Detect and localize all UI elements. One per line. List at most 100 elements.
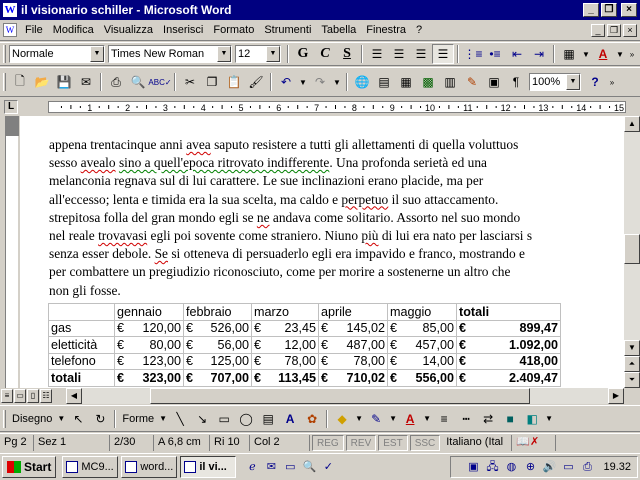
row-label[interactable]: gas — [48, 319, 115, 337]
free-rotate-icon[interactable]: ↻ — [89, 409, 111, 429]
format-painter-icon[interactable]: 🖌 — [245, 72, 267, 92]
print-layout-icon[interactable]: ▯ — [27, 389, 39, 403]
chevron-down-icon[interactable]: ▼ — [614, 44, 626, 64]
menu-visualizza[interactable]: Visualizza — [99, 24, 158, 36]
table-cell[interactable]: €145,02 — [318, 319, 388, 337]
table-cell[interactable]: €120,00 — [114, 319, 184, 337]
document-text[interactable]: appena trentacinque anni avea saputo res… — [49, 136, 624, 300]
scroll-down-icon[interactable]: ▼ — [624, 340, 640, 356]
font-color-icon[interactable]: A — [592, 44, 614, 64]
row-label[interactable]: eletticità — [48, 336, 115, 354]
menu-strumenti[interactable]: Strumenti — [259, 24, 316, 36]
scroll-thumb[interactable] — [624, 234, 640, 264]
doc-close-button[interactable]: × — [623, 23, 637, 37]
data-table[interactable]: gennaio febbraio marzo aprile maggio tot… — [48, 303, 561, 387]
table-cell[interactable]: €56,00 — [183, 336, 252, 354]
print-icon[interactable]: ⎙ — [105, 72, 127, 92]
text-line[interactable]: non gli fosse. — [49, 282, 624, 300]
close-button[interactable]: × — [621, 3, 637, 17]
decrease-indent-icon[interactable]: ⇤ — [506, 44, 528, 64]
style-combo[interactable]: Normale ▼ — [9, 45, 105, 63]
more-buttons-icon[interactable]: » — [626, 44, 638, 64]
outline-view-icon[interactable]: ☷ — [40, 389, 52, 403]
status-ovr[interactable]: SSC — [409, 434, 441, 451]
table-header[interactable]: totali — [456, 303, 561, 321]
maximize-button[interactable]: ❐ — [601, 3, 617, 17]
table-cell[interactable]: €457,00 — [387, 336, 457, 354]
taskbar-item[interactable]: MC9... — [62, 456, 119, 478]
tray-globe-icon[interactable]: ◍ — [503, 459, 519, 475]
wordart-icon[interactable]: A — [279, 409, 301, 429]
desktop-icon[interactable]: ▭ — [282, 459, 298, 475]
text-line[interactable]: senza esser debole. Se si otteneva di pe… — [49, 245, 624, 263]
table-header[interactable]: marzo — [251, 303, 319, 321]
table-cell[interactable]: €707,00 — [183, 369, 252, 387]
line-icon[interactable]: ╲ — [169, 409, 191, 429]
row-label[interactable]: telefono — [48, 352, 115, 370]
table-cell[interactable]: €125,00 — [183, 352, 252, 370]
hyperlink-icon[interactable]: 🌐 — [351, 72, 373, 92]
table-cell[interactable]: €78,00 — [318, 352, 388, 370]
status-rev[interactable]: REV — [345, 434, 377, 451]
table-cell[interactable]: €323,00 — [114, 369, 184, 387]
menu-tabella[interactable]: Tabella — [316, 24, 361, 36]
tool-icon[interactable]: ✓ — [320, 459, 336, 475]
previous-page-icon[interactable]: ⏶ — [624, 356, 640, 372]
table-cell[interactable]: €113,45 — [251, 369, 319, 387]
spelling-icon[interactable]: ABC✓ — [148, 72, 171, 92]
table-header[interactable]: febbraio — [183, 303, 252, 321]
next-page-icon[interactable]: ⏷ — [624, 372, 640, 388]
align-right-icon[interactable]: ☰ — [410, 44, 432, 64]
align-center-icon[interactable]: ☰ — [388, 44, 410, 64]
scroll-left-icon[interactable]: ◀ — [66, 388, 82, 404]
tables-borders-icon[interactable]: ▤ — [373, 72, 395, 92]
tray-volume-icon[interactable]: 🔊 — [541, 459, 557, 475]
bold-button[interactable]: G — [292, 44, 314, 64]
chevron-down-icon[interactable]: ▼ — [387, 409, 399, 429]
taskbar-item-active[interactable]: il vi... — [180, 456, 237, 478]
chevron-down-icon[interactable]: ▼ — [157, 409, 169, 429]
increase-indent-icon[interactable]: ⇥ — [528, 44, 550, 64]
table-cell-total[interactable]: €899,47 — [456, 319, 561, 337]
chevron-down-icon[interactable]: ▼ — [297, 72, 309, 92]
menu-formato[interactable]: Formato — [208, 24, 259, 36]
table-cell[interactable]: €556,00 — [387, 369, 457, 387]
web-view-icon[interactable]: ▭ — [14, 389, 26, 403]
search-icon[interactable]: 🔍 — [301, 459, 317, 475]
numbering-icon[interactable]: ⋮≡ — [462, 44, 484, 64]
horizontal-scrollbar[interactable]: ≡ ▭ ▯ ☷ ◀ ▶ — [0, 388, 640, 404]
arrow-style-icon[interactable]: ⇄ — [477, 409, 499, 429]
table-cell[interactable] — [48, 303, 115, 321]
more-buttons-icon[interactable]: » — [606, 72, 618, 92]
shadow-icon[interactable]: ■ — [499, 409, 521, 429]
table-cell-total[interactable]: €2.409,47 — [456, 369, 561, 387]
font-size-combo[interactable]: 12 ▼ — [235, 45, 281, 63]
table-cell-total[interactable]: €418,00 — [456, 352, 561, 370]
redo-icon[interactable]: ↷ — [309, 72, 331, 92]
table-cell[interactable]: €710,02 — [318, 369, 388, 387]
table-cell[interactable]: €80,00 — [114, 336, 184, 354]
status-rec[interactable]: REG — [312, 434, 344, 451]
chevron-down-icon[interactable]: ▼ — [353, 409, 365, 429]
draw-menu-button[interactable]: Disegno — [9, 413, 55, 425]
chevron-down-icon[interactable]: ▼ — [217, 46, 231, 62]
table-cell[interactable]: €23,45 — [251, 319, 319, 337]
menu-modifica[interactable]: Modifica — [48, 24, 99, 36]
table-cell-total[interactable]: €1.092,00 — [456, 336, 561, 354]
menu-help[interactable]: ? — [411, 24, 427, 36]
borders-icon[interactable]: ▦ — [558, 44, 580, 64]
font-combo[interactable]: Times New Roman ▼ — [108, 45, 232, 63]
table-cell[interactable]: €12,00 — [251, 336, 319, 354]
spelling-status-icon[interactable]: 📖✗ — [512, 434, 557, 451]
status-ext[interactable]: EST — [378, 434, 408, 451]
show-hide-icon[interactable]: ¶ — [505, 72, 527, 92]
table-header[interactable]: aprile — [318, 303, 388, 321]
tray-printer-icon[interactable]: ⎙ — [579, 459, 595, 475]
oval-icon[interactable]: ◯ — [235, 409, 257, 429]
open-folder-icon[interactable]: 📂 — [31, 72, 53, 92]
vertical-scrollbar[interactable]: ▲ ▼ ⏶ ⏷ — [624, 116, 640, 388]
insert-excel-icon[interactable]: ▩ — [417, 72, 439, 92]
copy-icon[interactable]: ❐ — [201, 72, 223, 92]
table-cell[interactable]: €85,00 — [387, 319, 457, 337]
autoshapes-menu-button[interactable]: Forme — [119, 413, 157, 425]
